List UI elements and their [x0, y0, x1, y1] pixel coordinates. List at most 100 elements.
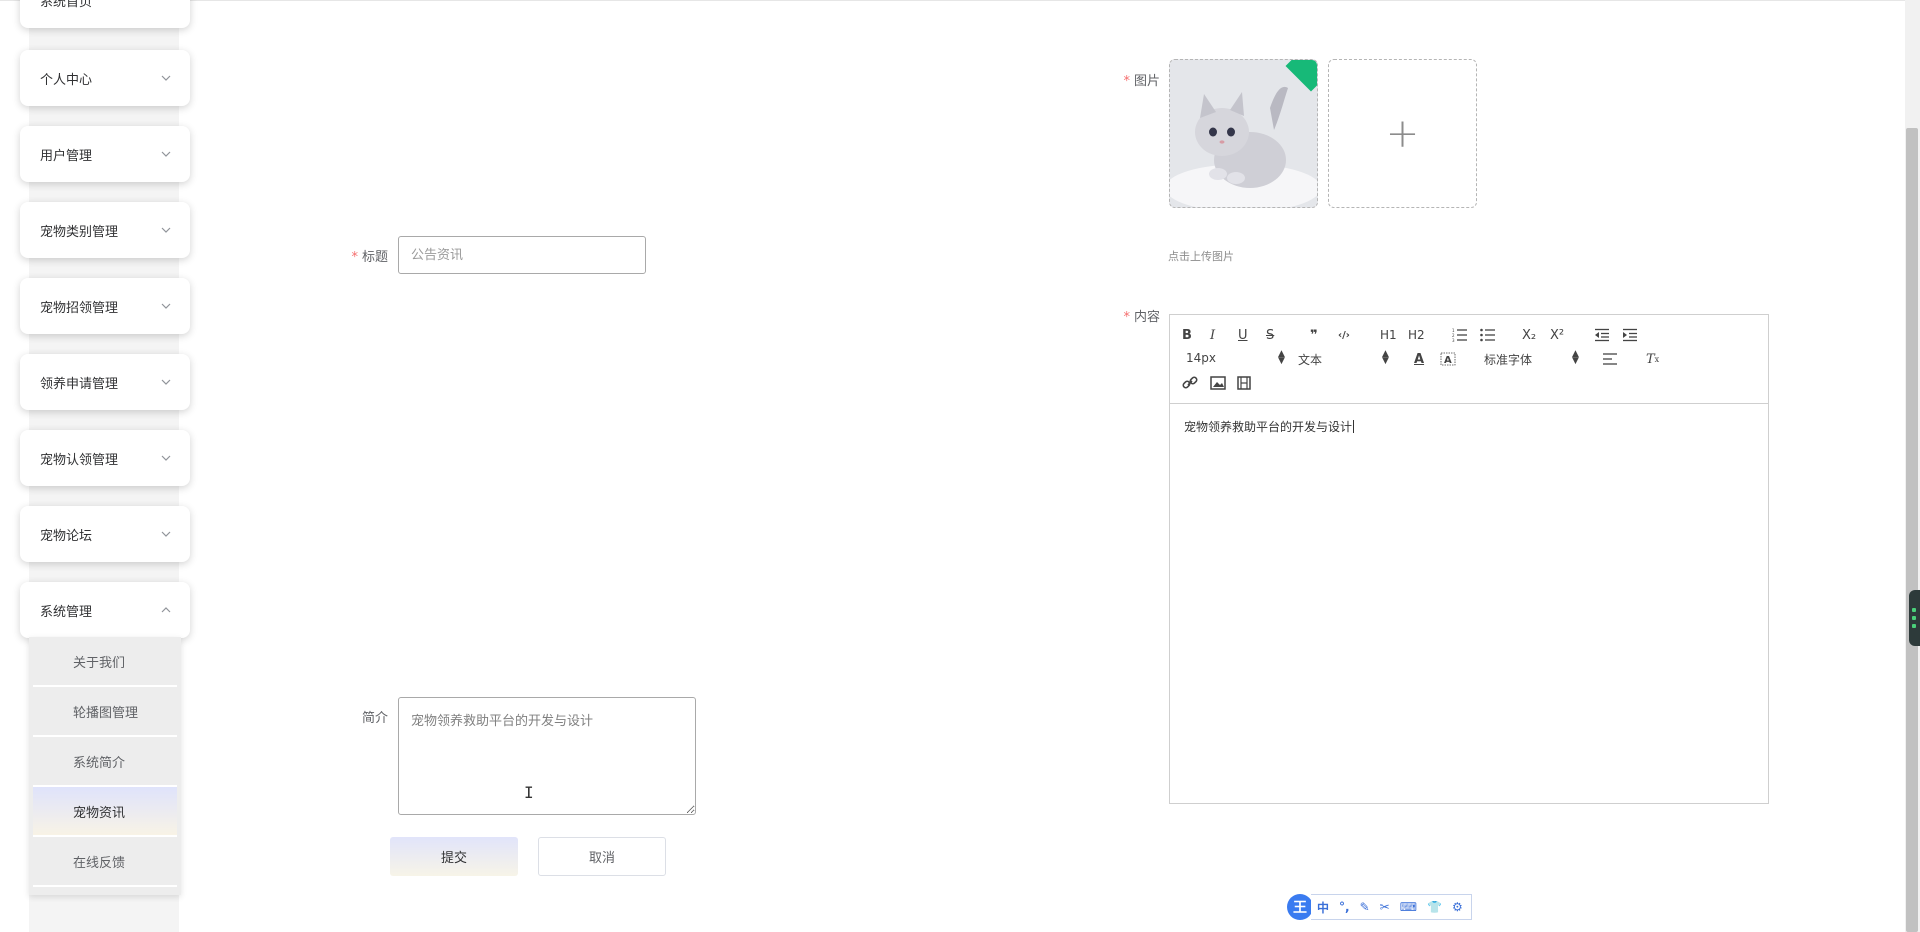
ime-chinese-toggle[interactable]: 中: [1317, 899, 1329, 916]
submenu-item-pet-news[interactable]: 宠物资讯: [33, 787, 177, 837]
ime-punctuation-icon[interactable]: °,: [1339, 900, 1350, 914]
sidebar-item-label: 宠物类别管理: [40, 224, 119, 240]
plus-icon: +: [1385, 110, 1420, 157]
align-icon[interactable]: [1602, 349, 1618, 369]
bold-button[interactable]: B: [1182, 325, 1192, 345]
ime-handwrite-icon[interactable]: ✎: [1360, 900, 1370, 914]
font-family-select[interactable]: 标准字体 ▲ ▼: [1484, 349, 1584, 368]
ime-logo-icon[interactable]: 王: [1287, 894, 1313, 920]
sidebar-item-label: 个人中心: [40, 72, 93, 88]
font-size-select[interactable]: 14px ▲ ▼: [1186, 350, 1285, 366]
code-block-button[interactable]: ‹/›: [1338, 325, 1350, 345]
submenu-item-label: 关于我们: [73, 655, 126, 671]
indent-icon[interactable]: [1622, 325, 1638, 345]
outdent-icon[interactable]: [1594, 325, 1610, 345]
clear-format-icon[interactable]: Tx: [1646, 349, 1659, 369]
sidebar-item-label: 领养申请管理: [40, 376, 119, 392]
ime-settings-icon[interactable]: ⚙: [1452, 900, 1463, 914]
bullet-list-icon[interactable]: [1480, 325, 1496, 345]
heading1-button[interactable]: H1: [1380, 325, 1397, 345]
background-color-icon[interactable]: A: [1440, 349, 1456, 369]
sidebar-item-pet-category[interactable]: 宠物类别管理: [20, 202, 190, 258]
superscript-button[interactable]: X²: [1550, 325, 1564, 345]
upload-tip: 点击上传图片: [1168, 250, 1234, 263]
text-color-icon[interactable]: A: [1414, 349, 1424, 369]
italic-button[interactable]: I: [1210, 325, 1215, 345]
sidebar-item-user-management[interactable]: 用户管理: [20, 126, 190, 182]
ime-toolbar: 王 中 °, ✎ ✂ ⌨ 👕 ⚙: [1287, 893, 1485, 921]
submenu-item-about-us[interactable]: 关于我们: [33, 637, 177, 687]
block-type-select[interactable]: 文本 ▲ ▼: [1298, 350, 1389, 368]
svg-text:A: A: [1444, 355, 1452, 366]
title-label: * 标题: [340, 246, 388, 265]
sidebar-item-personal-center[interactable]: 个人中心: [20, 50, 190, 106]
submenu-item-carousel[interactable]: 轮播图管理: [33, 687, 177, 737]
top-divider: [0, 0, 1920, 1]
sidebar-item-adoption-apply[interactable]: 领养申请管理: [20, 354, 190, 410]
submenu-item-label: 宠物资讯: [73, 805, 126, 821]
text-cursor-icon: I: [524, 783, 534, 802]
strike-button[interactable]: S: [1266, 325, 1274, 345]
sidebar-item-label: 宠物认领管理: [40, 452, 119, 468]
vertical-scrollbar-thumb[interactable]: [1906, 128, 1918, 932]
submenu-item-feedback[interactable]: 在线反馈: [33, 837, 177, 887]
submenu-item-label: 轮播图管理: [73, 705, 139, 721]
ordered-list-icon[interactable]: 123: [1452, 325, 1468, 345]
submenu-item-system-intro[interactable]: 系统简介: [33, 737, 177, 787]
video-icon[interactable]: [1236, 373, 1252, 393]
intro-label: 简介: [340, 707, 388, 726]
editor-text: 宠物领养救助平台的开发与设计: [1184, 420, 1353, 434]
submit-button[interactable]: 提交: [390, 837, 518, 876]
chevron-down-icon: [160, 224, 172, 236]
image-label: * 图片: [1110, 70, 1160, 89]
font-family-value: 标准字体: [1484, 353, 1533, 367]
text-caret: [1353, 420, 1355, 433]
sidebar-item-label: 系统首页: [40, 0, 93, 10]
heading2-button[interactable]: H2: [1408, 325, 1425, 345]
rich-text-editor: B I U S ❞ ‹/› H1 H2 123 X₂ X² 14px ▲ ▼ 文本…: [1169, 314, 1769, 804]
chevron-up-icon: [160, 604, 172, 616]
ime-screenshot-icon[interactable]: ✂: [1380, 900, 1390, 914]
sidebar-item-pet-found[interactable]: 宠物招领管理: [20, 278, 190, 334]
sidebar-item-label: 宠物招领管理: [40, 300, 119, 316]
chevron-down-icon: [160, 452, 172, 464]
content-label: * 内容: [1110, 306, 1160, 325]
sidebar-item-pet-claim[interactable]: 宠物认领管理: [20, 430, 190, 486]
chevron-down-icon: [160, 376, 172, 388]
sidebar-item-home[interactable]: 系统首页: [20, 0, 190, 28]
subscript-button[interactable]: X₂: [1522, 325, 1536, 345]
block-type-value: 文本: [1298, 353, 1323, 367]
chevron-down-icon: [160, 148, 172, 160]
sidebar-item-system-management[interactable]: 系统管理: [20, 582, 190, 638]
editor-toolbar: B I U S ❞ ‹/› H1 H2 123 X₂ X² 14px ▲ ▼ 文本…: [1170, 315, 1768, 404]
side-floating-widget[interactable]: [1909, 590, 1920, 646]
image-icon[interactable]: [1210, 373, 1226, 393]
intro-textarea[interactable]: [398, 697, 696, 815]
sidebar-item-label: 用户管理: [40, 148, 93, 164]
ime-bar: 中 °, ✎ ✂ ⌨ 👕 ⚙: [1311, 894, 1472, 920]
sidebar-item-pet-forum[interactable]: 宠物论坛: [20, 506, 190, 562]
submenu-item-label: 在线反馈: [73, 855, 126, 871]
image-label-text: 图片: [1133, 74, 1160, 89]
sidebar-item-label: 系统管理: [40, 604, 93, 620]
image-upload-button[interactable]: +: [1328, 59, 1477, 208]
cancel-button[interactable]: 取消: [538, 837, 666, 876]
underline-button[interactable]: U: [1238, 325, 1248, 345]
required-mark: *: [351, 250, 358, 265]
editor-content[interactable]: 宠物领养救助平台的开发与设计: [1170, 404, 1768, 449]
kitten-image: [1170, 60, 1317, 207]
system-management-submenu: 关于我们 轮播图管理 系统简介 宠物资讯 在线反馈: [29, 637, 181, 895]
required-mark: *: [1123, 74, 1130, 89]
submenu-item-label: 系统简介: [73, 755, 126, 771]
title-label-text: 标题: [361, 250, 388, 265]
title-input[interactable]: [398, 236, 646, 274]
ime-skin-icon[interactable]: 👕: [1427, 900, 1442, 914]
uploaded-image-thumbnail[interactable]: [1169, 59, 1318, 208]
select-arrows-icon: ▲ ▼: [1572, 349, 1579, 366]
select-arrows-icon: ▲ ▼: [1382, 349, 1389, 366]
blockquote-button[interactable]: ❞: [1310, 325, 1318, 345]
link-icon[interactable]: [1182, 373, 1198, 393]
ime-keyboard-icon[interactable]: ⌨: [1400, 900, 1417, 914]
select-arrows-icon: ▲ ▼: [1278, 349, 1285, 366]
font-size-value: 14px: [1186, 351, 1216, 365]
